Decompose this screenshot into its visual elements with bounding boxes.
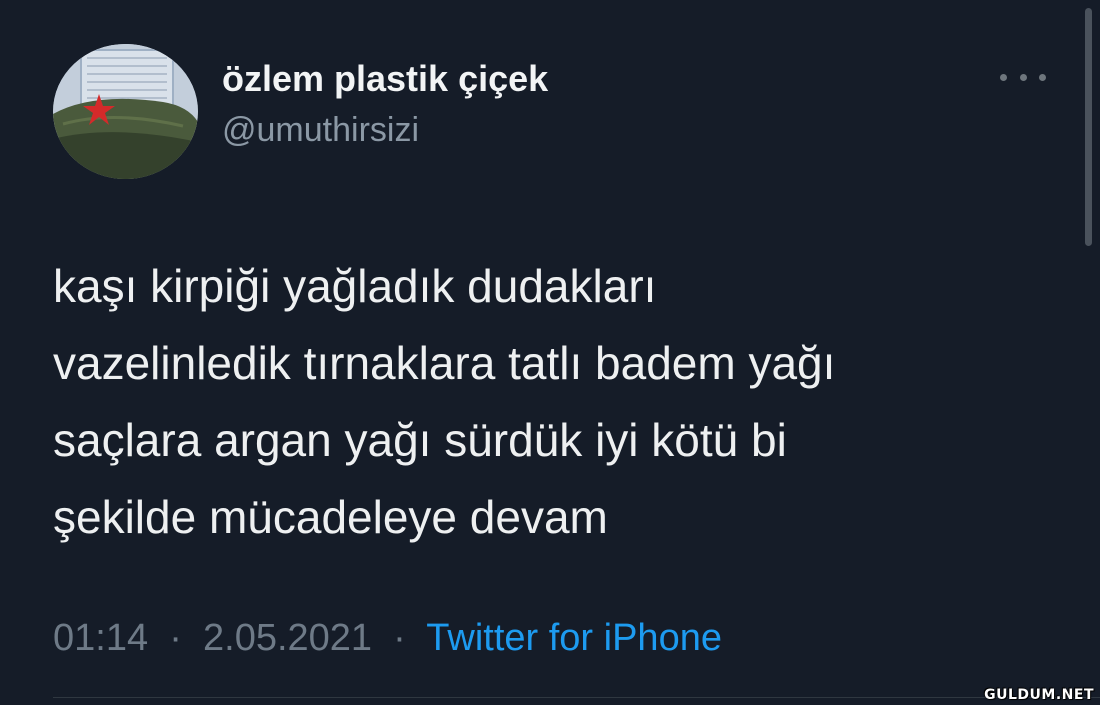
tweet-line: saçlara argan yağı sürdük iyi kötü bi xyxy=(53,414,787,466)
tweet-source-link[interactable]: Twitter for iPhone xyxy=(426,617,722,659)
dot xyxy=(1019,73,1027,81)
user-handle[interactable]: @umuthirsizi xyxy=(222,111,419,150)
avatar-image xyxy=(53,44,198,179)
tweet-line: kaşı kirpiği yağladık dudakları xyxy=(53,260,657,312)
display-name[interactable]: özlem plastik çiçek xyxy=(222,58,548,100)
ellipsis-icon[interactable] xyxy=(1000,62,1046,92)
tweet-meta: 01:14 · 2.05.2021 · Twitter for iPhone xyxy=(53,617,722,660)
avatar[interactable] xyxy=(53,44,198,179)
scrollbar[interactable] xyxy=(1085,8,1092,246)
divider xyxy=(53,697,1100,698)
tweet-line: şekilde mücadeleye devam xyxy=(53,491,608,543)
meta-separator: · xyxy=(158,617,193,659)
tweet-line: vazelinledik tırnaklara tatlı badem yağı xyxy=(53,337,836,389)
dot xyxy=(1000,73,1007,81)
meta-separator: · xyxy=(382,617,417,659)
tweet-text: kaşı kirpiği yağladık dudakları vazelinl… xyxy=(53,248,1063,556)
tweet-time[interactable]: 01:14 xyxy=(53,617,148,659)
dot xyxy=(1039,73,1046,81)
watermark: GULDUM.NET xyxy=(984,687,1094,703)
tweet-date[interactable]: 2.05.2021 xyxy=(203,617,372,659)
